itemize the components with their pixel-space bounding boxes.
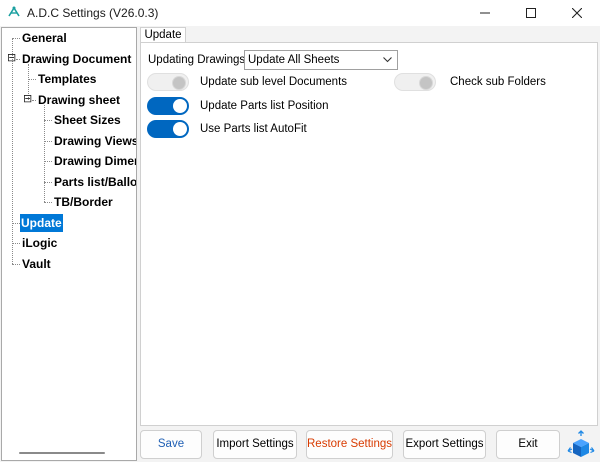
parts-list-position-label: Update Parts list Position xyxy=(200,100,329,112)
tree-horizontal-scrollbar[interactable] xyxy=(19,452,105,454)
sub-level-documents-label: Update sub level Documents xyxy=(200,76,348,88)
parts-list-autofit-toggle[interactable] xyxy=(147,120,189,138)
tree-item-parts-list[interactable]: Parts list/Balloo xyxy=(53,173,136,191)
tree-line xyxy=(28,79,36,80)
tree-line xyxy=(44,202,52,203)
updating-drawings-dropdown[interactable]: Update All Sheets xyxy=(244,50,398,70)
tree-item-drawing-sheet[interactable]: Drawing sheet xyxy=(37,91,121,109)
tree-item-drawing-dimen[interactable]: Drawing Dimen xyxy=(53,152,136,170)
toggle-knob xyxy=(173,122,187,136)
save-button[interactable]: Save xyxy=(140,430,202,459)
exit-button[interactable]: Exit xyxy=(496,430,560,459)
app-logo-icon xyxy=(8,6,20,17)
tree-line xyxy=(12,264,20,265)
updating-drawings-value: Update All Sheets xyxy=(248,54,340,66)
tree-item-drawing-views[interactable]: Drawing Views xyxy=(53,132,136,150)
collapse-icon[interactable]: ⊟ xyxy=(23,94,32,105)
tree-line xyxy=(12,223,20,224)
tree-item-vault[interactable]: Vault xyxy=(21,255,52,273)
cube-logo-icon xyxy=(567,430,595,457)
minimize-button[interactable] xyxy=(462,0,508,26)
restore-settings-button[interactable]: Restore Settings xyxy=(306,430,393,459)
sub-level-documents-toggle[interactable] xyxy=(147,73,189,91)
tree-line xyxy=(44,182,52,183)
tree-item-sheet-sizes[interactable]: Sheet Sizes xyxy=(53,111,122,129)
parts-list-position-toggle[interactable] xyxy=(147,97,189,115)
parts-list-autofit-label: Use Parts list AutoFit xyxy=(200,123,307,135)
toggle-knob xyxy=(173,99,187,113)
tree-item-ilogic[interactable]: iLogic xyxy=(21,234,58,252)
tree-line xyxy=(44,161,52,162)
check-sub-folders-toggle[interactable] xyxy=(394,73,436,91)
tree-item-drawing-document[interactable]: Drawing Document xyxy=(21,50,132,68)
close-icon xyxy=(572,8,582,18)
window-title: A.D.C Settings (V26.0.3) xyxy=(27,6,159,20)
tree-line xyxy=(12,243,20,244)
export-settings-button[interactable]: Export Settings xyxy=(403,430,486,459)
tree-item-templates[interactable]: Templates xyxy=(37,70,97,88)
tree-line xyxy=(16,59,20,60)
chevron-down-icon xyxy=(383,57,392,63)
toggle-knob xyxy=(419,76,433,90)
tree-line xyxy=(12,38,20,39)
settings-tree[interactable]: ⊟ ⊟ General Drawing Document Templates D… xyxy=(1,27,137,461)
tree-line xyxy=(44,120,52,121)
import-settings-button[interactable]: Import Settings xyxy=(213,430,297,459)
toggle-knob xyxy=(172,76,186,90)
tree-line xyxy=(32,100,36,101)
minimize-icon xyxy=(480,12,490,14)
title-bar: A.D.C Settings (V26.0.3) xyxy=(0,0,600,26)
tab-update[interactable]: Update xyxy=(140,27,186,43)
close-button[interactable] xyxy=(554,0,600,26)
tree-item-tb-border[interactable]: TB/Border xyxy=(53,193,114,211)
tree-line xyxy=(44,141,52,142)
collapse-icon[interactable]: ⊟ xyxy=(7,53,16,64)
updating-drawings-label: Updating Drawings xyxy=(148,54,246,66)
maximize-icon xyxy=(526,8,536,18)
maximize-button[interactable] xyxy=(508,0,554,26)
tree-line xyxy=(12,38,13,264)
tree-item-update[interactable]: Update xyxy=(20,214,63,232)
check-sub-folders-label: Check sub Folders xyxy=(450,76,546,88)
tree-item-general[interactable]: General xyxy=(21,29,68,47)
